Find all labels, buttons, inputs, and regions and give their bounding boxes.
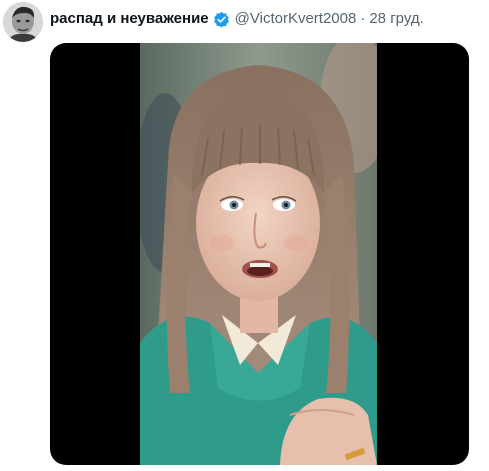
video-frame[interactable]: [140, 43, 377, 465]
author-handle[interactable]: @VictorKvert2008: [235, 9, 357, 29]
video-still-image: [140, 43, 377, 465]
avatar[interactable]: [3, 2, 43, 42]
verified-badge-icon: [213, 11, 230, 28]
tweet[interactable]: распад и неуважение @VictorKvert2008 · 2…: [0, 0, 489, 471]
separator-dot: ·: [360, 10, 366, 27]
avatar-image: [3, 2, 43, 42]
author-name[interactable]: распад и неуважение: [50, 9, 209, 29]
tweet-media[interactable]: [50, 43, 469, 465]
tweet-header: распад и неуважение @VictorKvert2008 · 2…: [50, 9, 424, 29]
tweet-date[interactable]: 28 груд.: [369, 9, 423, 29]
